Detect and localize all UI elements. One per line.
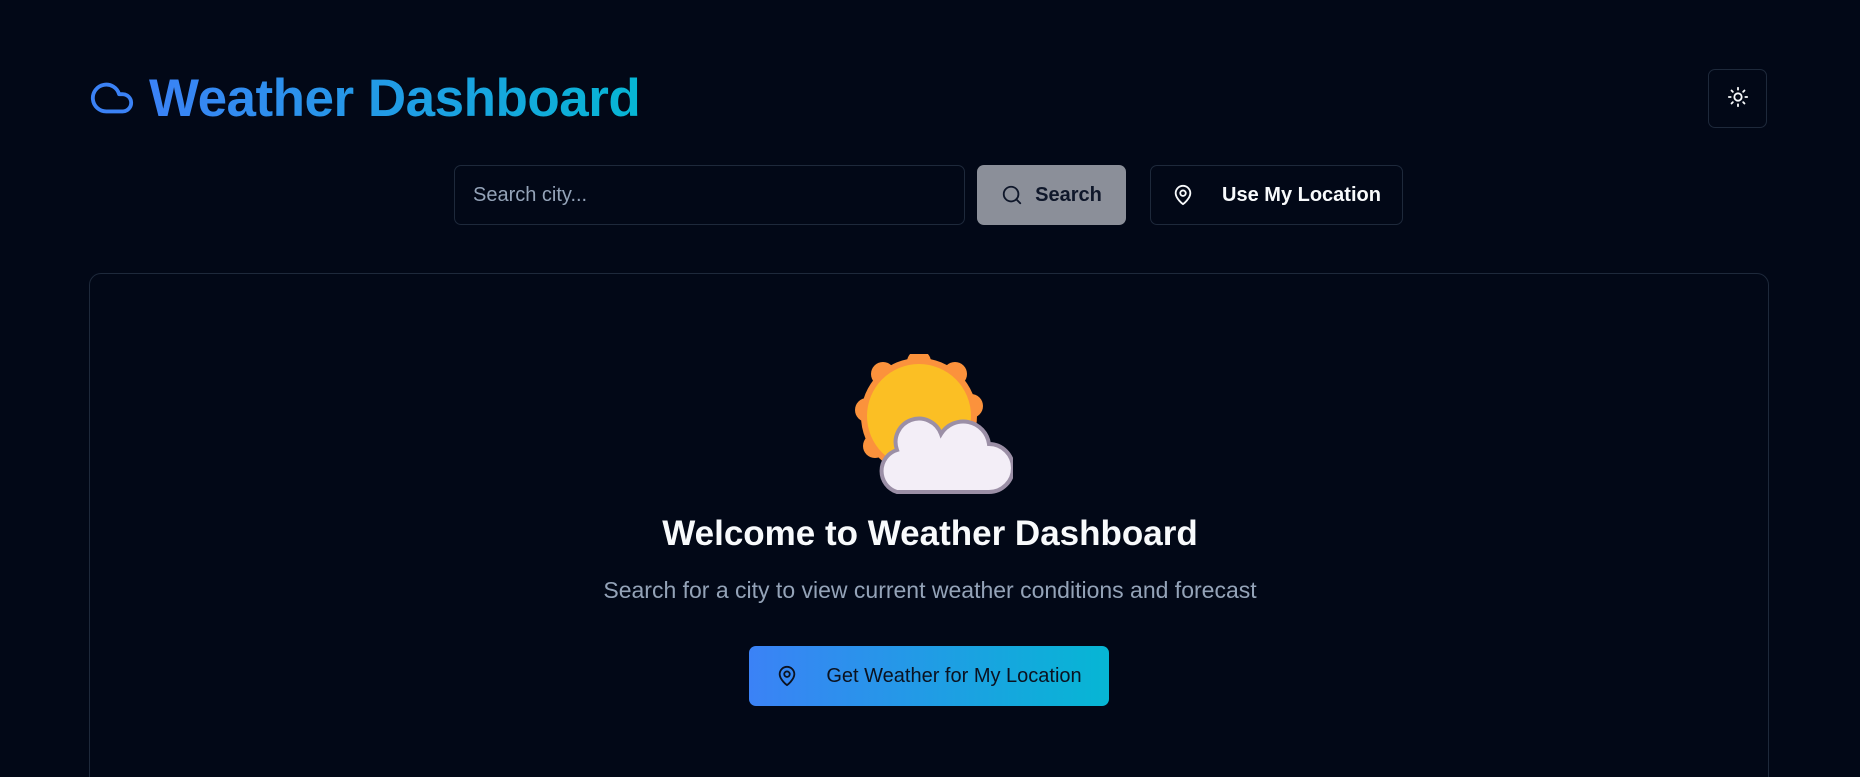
- cloud-icon: [89, 75, 135, 121]
- use-my-location-label: Use My Location: [1222, 183, 1381, 206]
- map-pin-icon: [776, 665, 798, 687]
- sun-behind-cloud-icon: [855, 350, 1015, 494]
- theme-toggle-icon: [1727, 86, 1749, 111]
- search-input[interactable]: [454, 165, 965, 225]
- search-button-label: Search: [1035, 183, 1102, 206]
- search-button[interactable]: Search: [977, 165, 1126, 225]
- app-title: Weather Dashboard: [149, 68, 641, 128]
- welcome-title: Welcome to Weather Dashboard: [662, 514, 1198, 553]
- use-my-location-button[interactable]: Use My Location: [1150, 165, 1403, 225]
- get-weather-label: Get Weather for My Location: [826, 664, 1082, 687]
- get-weather-my-location-button[interactable]: Get Weather for My Location: [749, 646, 1109, 706]
- theme-toggle-button[interactable]: [1708, 69, 1767, 128]
- map-pin-icon: [1172, 184, 1194, 206]
- app-header: Weather Dashboard: [89, 66, 641, 130]
- search-icon: [1001, 184, 1023, 206]
- weather-dashboard-page: Weather Dashboard Search city... Search …: [0, 0, 1860, 777]
- welcome-subtitle: Search for a city to view current weathe…: [603, 577, 1257, 603]
